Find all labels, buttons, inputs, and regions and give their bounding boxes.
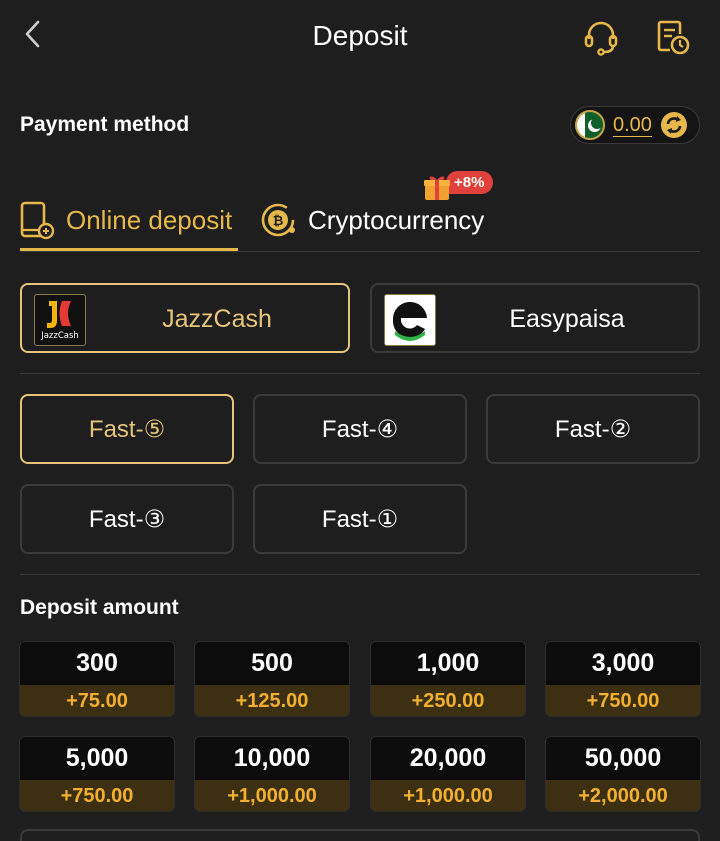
svg-text:JazzCash: JazzCash [40, 331, 79, 341]
channel-jazzcash[interactable]: JazzCash JazzCash [20, 283, 350, 353]
amount-value: 300 [20, 642, 174, 685]
amount-bonus: +1,000.00 [371, 780, 525, 811]
header: Deposit [0, 0, 720, 76]
channel-easypaisa[interactable]: Easypaisa [370, 283, 700, 353]
fast-option-1[interactable]: Fast-① [253, 484, 467, 554]
svg-text:₿: ₿ [273, 214, 284, 229]
amount-option-500[interactable]: 500 +125.00 [194, 641, 350, 717]
amount-bonus: +750.00 [546, 685, 700, 716]
deposit-amount-label: Deposit amount [20, 596, 179, 619]
jazzcash-logo: JazzCash [34, 294, 86, 346]
amount-value: 50,000 [546, 737, 700, 780]
amount-value: 500 [195, 642, 349, 685]
amount-value: 3,000 [546, 642, 700, 685]
amount-bonus: +2,000.00 [546, 780, 700, 811]
customer-support-button[interactable] [582, 18, 620, 56]
fast-divider [20, 574, 700, 575]
balance-pill: 0.00 [570, 106, 700, 144]
fast-option-3[interactable]: Fast-③ [20, 484, 234, 554]
refresh-icon[interactable] [660, 111, 688, 139]
deposit-type-tabs: Online deposit ₿ Cryptocurrency [20, 190, 700, 252]
amount-bonus: +1,000.00 [195, 780, 349, 811]
amount-value: 10,000 [195, 737, 349, 780]
deposit-history-button[interactable] [654, 18, 692, 56]
amount-option-1000[interactable]: 1,000 +250.00 [370, 641, 526, 717]
amount-bonus: +75.00 [20, 685, 174, 716]
amount-value: 1,000 [371, 642, 525, 685]
tab-cryptocurrency-label: Cryptocurrency [308, 204, 485, 235]
amount-option-3000[interactable]: 3,000 +750.00 [545, 641, 701, 717]
amount-option-10000[interactable]: 10,000 +1,000.00 [194, 736, 350, 812]
fast-option-2[interactable]: Fast-② [486, 394, 700, 464]
channel-divider [20, 373, 700, 374]
tab-online-deposit[interactable]: Online deposit [20, 190, 238, 251]
phone-deposit-icon [20, 201, 55, 240]
amount-value: 20,000 [371, 737, 525, 780]
record-clock-icon [657, 20, 690, 55]
amount-option-50000[interactable]: 50,000 +2,000.00 [545, 736, 701, 812]
pakistan-flag-icon [575, 110, 605, 140]
amount-bonus: +250.00 [371, 685, 525, 716]
tab-cryptocurrency[interactable]: ₿ Cryptocurrency [260, 190, 500, 250]
amount-input-field[interactable] [20, 829, 700, 841]
amount-value: 5,000 [20, 737, 174, 780]
channel-easypaisa-label: Easypaisa [509, 305, 625, 333]
amount-bonus: +750.00 [20, 780, 174, 811]
bitcoin-icon: ₿ [261, 203, 295, 237]
amount-option-5000[interactable]: 5,000 +750.00 [19, 736, 175, 812]
balance-value: 0.00 [613, 113, 652, 137]
amount-option-300[interactable]: 300 +75.00 [19, 641, 175, 717]
fast-option-4[interactable]: Fast-④ [253, 394, 467, 464]
tab-online-deposit-label: Online deposit [66, 204, 233, 235]
fast-option-5[interactable]: Fast-⑤ [20, 394, 234, 464]
amount-bonus: +125.00 [195, 685, 349, 716]
tabs-divider [20, 251, 700, 252]
channel-jazzcash-label: JazzCash [162, 305, 272, 333]
headset-icon [584, 21, 618, 56]
amount-option-20000[interactable]: 20,000 +1,000.00 [370, 736, 526, 812]
easypaisa-logo [384, 294, 436, 346]
payment-method-label: Payment method [20, 113, 190, 136]
